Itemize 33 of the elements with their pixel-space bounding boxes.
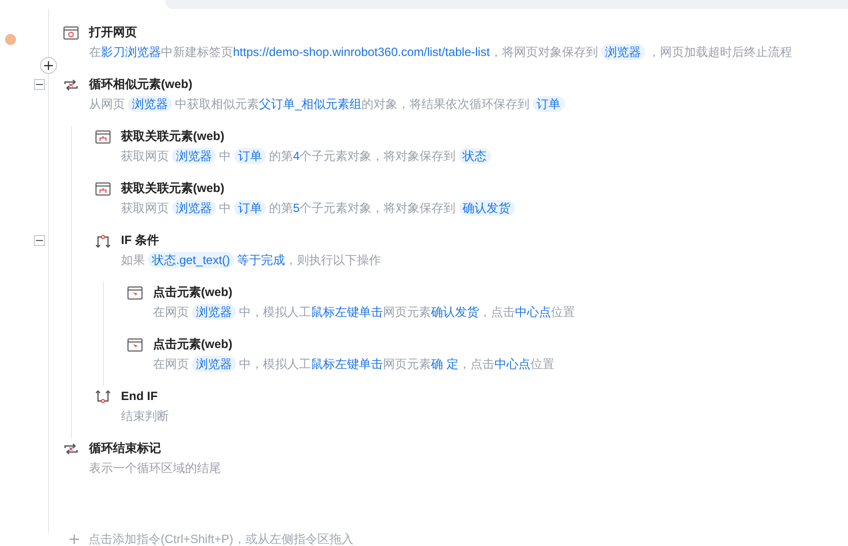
breakpoint-dot[interactable] <box>5 34 16 45</box>
step-description: 获取网页 浏览器 中 订单 的第5个子元素对象，将对象保存到 确认发货 <box>121 198 518 218</box>
collapse-toggle[interactable] <box>34 235 45 246</box>
step-description: 如果 状态.get_text() 等于完成，则执行以下操作 <box>121 251 382 270</box>
step-title: 打开网页 <box>89 24 138 41</box>
step-description: 在影刀浏览器中新建标签页https://demo-shop.winrobot360.com/list/table-list，将网页对象保存到 浏览器 ，网页加载超时后终止流程 <box>89 43 792 62</box>
window-hierarchy-icon <box>95 182 111 196</box>
window-hierarchy-icon <box>95 130 111 144</box>
step-description: 获取网页 浏览器 中 订单 的第4个子元素对象，将对象保存到 状态 <box>121 146 494 166</box>
add-icon[interactable]: + <box>68 530 81 546</box>
step-title: End IF <box>121 388 159 405</box>
step-title: 点击元素(web) <box>153 336 234 353</box>
step-title: 点击元素(web) <box>153 284 234 301</box>
step-description: 在网页 浏览器 中，模拟人工鼠标左键单击网页元素确认发货，点击中心点位置 <box>153 303 575 322</box>
merge-arrows-icon <box>95 390 111 404</box>
collapse-toggle[interactable] <box>34 79 45 90</box>
loop-arrows-icon <box>63 78 79 92</box>
branch-arrows-icon <box>95 234 111 248</box>
step-title: 获取关联元素(web) <box>121 128 226 145</box>
step-description: 结束判断 <box>121 408 169 425</box>
step-description: 在网页 浏览器 中，模拟人工鼠标左键单击网页元素确 定，点击中心点位置 <box>153 355 554 374</box>
window-cursor-icon <box>127 338 143 352</box>
browser-window-icon <box>63 26 79 40</box>
step-description: 表示一个循环区域的结尾 <box>89 460 221 477</box>
loop-arrows-icon <box>63 442 79 456</box>
window-cursor-icon <box>127 286 143 300</box>
step-title: IF 条件 <box>121 232 160 249</box>
step-title: 循环相似元素(web) <box>89 76 194 93</box>
step-title: 获取关联元素(web) <box>121 180 226 197</box>
insert-step-button[interactable]: + <box>40 57 57 74</box>
step-title: 循环结束标记 <box>89 440 162 457</box>
step-description: 从网页 浏览器 中获取相似元素父订单_相似元素组的对象，将结果依次循环保存到 订单 <box>89 94 568 114</box>
add-step-hint[interactable]: 点击添加指令(Ctrl+Shift+P)，或从左侧指令区拖入 <box>88 530 354 546</box>
